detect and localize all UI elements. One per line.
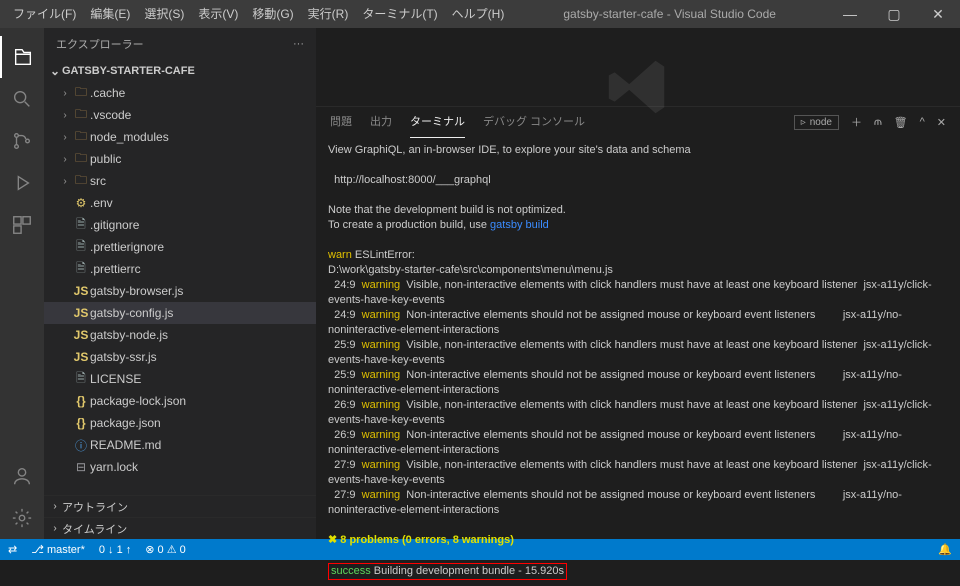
- folder-item[interactable]: ›🗀node_modules: [44, 126, 316, 148]
- more-icon[interactable]: ···: [293, 38, 304, 50]
- file-name: .cache: [90, 86, 125, 100]
- file-name: gatsby-node.js: [90, 328, 168, 342]
- folder-item[interactable]: ›🗀public: [44, 148, 316, 170]
- menu-item[interactable]: ヘルプ(H): [445, 0, 512, 28]
- explorer-icon[interactable]: [0, 36, 44, 78]
- menu-item[interactable]: 編集(E): [83, 0, 137, 28]
- file-item[interactable]: {}package-lock.json: [44, 390, 316, 412]
- minimize-button[interactable]: ―: [828, 0, 872, 28]
- folder-item[interactable]: ›🗀.cache: [44, 82, 316, 104]
- source-control-icon[interactable]: [0, 120, 44, 162]
- account-icon[interactable]: [0, 455, 44, 497]
- menu-bar: ファイル(F)編集(E)選択(S)表示(V)移動(G)実行(R)ターミナル(T)…: [0, 0, 511, 28]
- chevron-down-icon: ⌄: [48, 64, 62, 78]
- window-title: gatsby-starter-cafe - Visual Studio Code: [511, 7, 828, 21]
- file-name: LICENSE: [90, 372, 141, 386]
- file-item[interactable]: {}package.json: [44, 412, 316, 434]
- panel-actions: ▹node ＋ ⫙ 🗑 ^ ✕: [794, 114, 960, 130]
- title-bar: ファイル(F)編集(E)選択(S)表示(V)移動(G)実行(R)ターミナル(T)…: [0, 0, 960, 28]
- close-panel-icon[interactable]: ✕: [937, 116, 946, 129]
- side-bar: エクスプローラー ··· ⌄ GATSBY-STARTER-CAFE ›🗀.ca…: [44, 28, 316, 539]
- sidebar-section[interactable]: ›アウトライン: [44, 495, 316, 517]
- section-label: タイムライン: [62, 521, 127, 537]
- menu-item[interactable]: ターミナル(T): [355, 0, 444, 28]
- file-item[interactable]: 🗎.prettierrc: [44, 258, 316, 280]
- launch-icon: ▹: [801, 117, 806, 128]
- file-name: gatsby-config.js: [90, 306, 173, 320]
- window-controls: ― ▢ ✕: [828, 0, 960, 28]
- menu-item[interactable]: 選択(S): [137, 0, 191, 28]
- project-header[interactable]: ⌄ GATSBY-STARTER-CAFE: [44, 60, 316, 82]
- panel-tab[interactable]: 問題: [330, 107, 352, 137]
- debug-icon[interactable]: [0, 162, 44, 204]
- split-terminal-icon[interactable]: ⫙: [874, 116, 882, 129]
- file-item[interactable]: ⓘREADME.md: [44, 434, 316, 456]
- file-item[interactable]: ⚙.env: [44, 192, 316, 214]
- section-label: アウトライン: [62, 499, 128, 515]
- terminal-output[interactable]: View GraphiQL, an in-browser IDE, to exp…: [316, 137, 960, 586]
- file-item[interactable]: JSgatsby-ssr.js: [44, 346, 316, 368]
- project-name: GATSBY-STARTER-CAFE: [62, 65, 195, 77]
- file-name: src: [90, 174, 106, 188]
- folder-item[interactable]: ›🗀.vscode: [44, 104, 316, 126]
- file-name: .gitignore: [90, 218, 139, 232]
- remote-icon[interactable]: ⇄: [8, 543, 17, 556]
- file-name: node_modules: [90, 130, 169, 144]
- problems-status[interactable]: ⊗ 0 ⚠ 0: [145, 543, 186, 556]
- new-terminal-icon[interactable]: ＋: [851, 114, 862, 130]
- file-item[interactable]: ⊟yarn.lock: [44, 456, 316, 478]
- panel-tab[interactable]: ターミナル: [410, 107, 465, 138]
- panel-tab[interactable]: デバッグ コンソール: [483, 107, 585, 137]
- extensions-icon[interactable]: [0, 204, 44, 246]
- maximize-button[interactable]: ▢: [872, 0, 916, 28]
- settings-icon[interactable]: [0, 497, 44, 539]
- search-icon[interactable]: [0, 78, 44, 120]
- panel-tab[interactable]: 出力: [370, 107, 392, 137]
- file-name: README.md: [90, 438, 161, 452]
- file-item[interactable]: 🗎.prettierignore: [44, 236, 316, 258]
- menu-item[interactable]: 移動(G): [245, 0, 300, 28]
- file-item[interactable]: 🗎LICENSE: [44, 368, 316, 390]
- terminal-selector[interactable]: ▹node: [794, 115, 839, 130]
- file-item[interactable]: JSgatsby-browser.js: [44, 280, 316, 302]
- sidebar-section[interactable]: ›タイムライン: [44, 517, 316, 539]
- file-tree: ›🗀.cache›🗀.vscode›🗀node_modules›🗀public›…: [44, 82, 316, 495]
- file-name: .vscode: [90, 108, 131, 122]
- file-item[interactable]: 🗎.gitignore: [44, 214, 316, 236]
- file-item[interactable]: JSgatsby-config.js: [44, 302, 316, 324]
- chevron-right-icon: ›: [48, 501, 62, 512]
- file-name: yarn.lock: [90, 460, 138, 474]
- sidebar-header: エクスプローラー ···: [44, 28, 316, 60]
- git-branch[interactable]: ⎇ master*: [31, 543, 85, 556]
- folder-item[interactable]: ›🗀src: [44, 170, 316, 192]
- file-name: .prettierrc: [90, 262, 141, 276]
- git-sync[interactable]: 0 ↓ 1 ↑: [99, 544, 131, 556]
- file-name: public: [90, 152, 121, 166]
- file-name: .env: [90, 196, 113, 210]
- menu-item[interactable]: ファイル(F): [6, 0, 83, 28]
- activity-bar: [0, 28, 44, 539]
- file-name: gatsby-browser.js: [90, 284, 183, 298]
- maximize-panel-icon[interactable]: ^: [920, 116, 925, 128]
- menu-item[interactable]: 実行(R): [301, 0, 356, 28]
- file-item[interactable]: JSgatsby-node.js: [44, 324, 316, 346]
- menu-item[interactable]: 表示(V): [191, 0, 245, 28]
- file-name: package.json: [90, 416, 161, 430]
- file-name: package-lock.json: [90, 394, 186, 408]
- editor-area: 問題出力ターミナルデバッグ コンソール ▹node ＋ ⫙ 🗑 ^ ✕ View…: [316, 28, 960, 539]
- file-name: .prettierignore: [90, 240, 164, 254]
- panel: 問題出力ターミナルデバッグ コンソール ▹node ＋ ⫙ 🗑 ^ ✕ View…: [316, 106, 960, 586]
- close-button[interactable]: ✕: [916, 0, 960, 28]
- sidebar-title: エクスプローラー: [56, 36, 144, 52]
- vscode-watermark-icon: [603, 52, 673, 122]
- file-name: gatsby-ssr.js: [90, 350, 157, 364]
- kill-terminal-icon[interactable]: 🗑: [894, 116, 908, 129]
- chevron-right-icon: ›: [48, 523, 62, 534]
